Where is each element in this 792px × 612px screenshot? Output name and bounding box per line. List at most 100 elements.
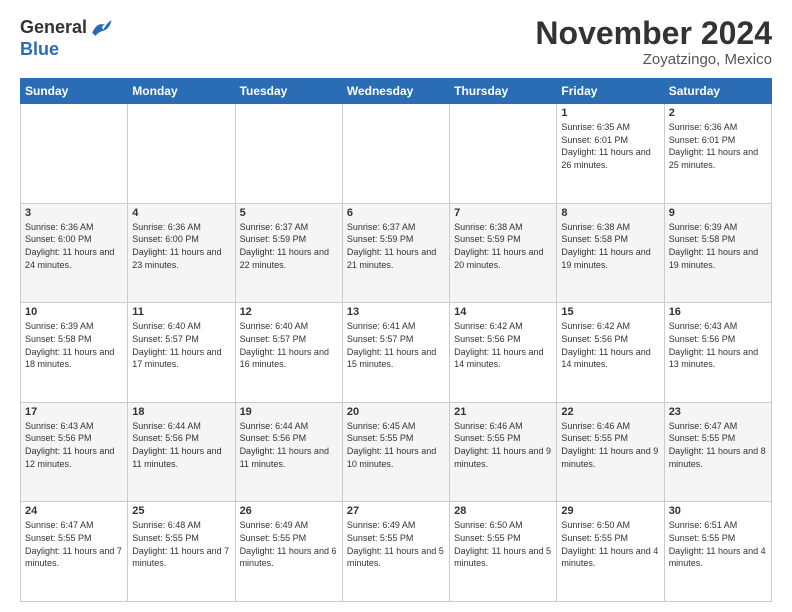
day-number: 6 xyxy=(347,207,445,219)
day-info: Sunrise: 6:46 AM Sunset: 5:55 PM Dayligh… xyxy=(454,420,552,470)
day-number: 2 xyxy=(669,107,767,119)
calendar-cell xyxy=(235,104,342,204)
day-number: 30 xyxy=(669,505,767,517)
title-block: November 2024 Zoyatzingo, Mexico xyxy=(535,16,772,68)
calendar-cell xyxy=(21,104,128,204)
day-info: Sunrise: 6:37 AM Sunset: 5:59 PM Dayligh… xyxy=(347,221,445,271)
day-info: Sunrise: 6:42 AM Sunset: 5:56 PM Dayligh… xyxy=(561,320,659,370)
day-info: Sunrise: 6:45 AM Sunset: 5:55 PM Dayligh… xyxy=(347,420,445,470)
day-number: 8 xyxy=(561,207,659,219)
calendar-cell: 2 Sunrise: 6:36 AM Sunset: 6:01 PM Daylig… xyxy=(664,104,771,204)
day-info: Sunrise: 6:39 AM Sunset: 5:58 PM Dayligh… xyxy=(25,320,123,370)
day-number: 27 xyxy=(347,505,445,517)
day-number: 5 xyxy=(240,207,338,219)
calendar-body: 1 Sunrise: 6:35 AM Sunset: 6:01 PM Daylig… xyxy=(21,104,772,602)
calendar-week-row: 24Sunrise: 6:47 AM Sunset: 5:55 PM Dayli… xyxy=(21,502,772,602)
day-number: 16 xyxy=(669,306,767,318)
calendar-cell xyxy=(342,104,449,204)
day-info: Sunrise: 6:47 AM Sunset: 5:55 PM Dayligh… xyxy=(25,519,123,569)
day-number: 15 xyxy=(561,306,659,318)
day-number: 13 xyxy=(347,306,445,318)
calendar-cell: 7Sunrise: 6:38 AM Sunset: 5:59 PM Daylig… xyxy=(450,203,557,303)
calendar-cell: 30 Sunrise: 6:51 AM Sunset: 5:55 PM Dayli… xyxy=(664,502,771,602)
calendar-cell: 17 Sunrise: 6:43 AM Sunset: 5:56 PM Dayli… xyxy=(21,402,128,502)
day-info: Sunrise: 6:42 AM Sunset: 5:56 PM Dayligh… xyxy=(454,320,552,370)
day-info: Sunrise: 6:40 AM Sunset: 5:57 PM Dayligh… xyxy=(132,320,230,370)
calendar-cell: 13 Sunrise: 6:41 AM Sunset: 5:57 PM Dayli… xyxy=(342,303,449,403)
day-info: Sunrise: 6:35 AM Sunset: 6:01 PM Dayligh… xyxy=(561,121,659,171)
calendar-cell xyxy=(128,104,235,204)
day-of-week-header: Monday xyxy=(128,79,235,104)
day-info: Sunrise: 6:39 AM Sunset: 5:58 PM Dayligh… xyxy=(669,221,767,271)
calendar-cell: 9 Sunrise: 6:39 AM Sunset: 5:58 PM Daylig… xyxy=(664,203,771,303)
calendar-cell: 12 Sunrise: 6:40 AM Sunset: 5:57 PM Dayli… xyxy=(235,303,342,403)
day-of-week-header: Tuesday xyxy=(235,79,342,104)
calendar-cell: 16 Sunrise: 6:43 AM Sunset: 5:56 PM Dayli… xyxy=(664,303,771,403)
calendar-cell: 6 Sunrise: 6:37 AM Sunset: 5:59 PM Daylig… xyxy=(342,203,449,303)
calendar-cell: 26 Sunrise: 6:49 AM Sunset: 5:55 PM Dayli… xyxy=(235,502,342,602)
day-number: 19 xyxy=(240,406,338,418)
day-info: Sunrise: 6:43 AM Sunset: 5:56 PM Dayligh… xyxy=(25,420,123,470)
day-number: 17 xyxy=(25,406,123,418)
day-info: Sunrise: 6:43 AM Sunset: 5:56 PM Dayligh… xyxy=(669,320,767,370)
day-number: 20 xyxy=(347,406,445,418)
day-info: Sunrise: 6:51 AM Sunset: 5:55 PM Dayligh… xyxy=(669,519,767,569)
day-number: 26 xyxy=(240,505,338,517)
day-info: Sunrise: 6:41 AM Sunset: 5:57 PM Dayligh… xyxy=(347,320,445,370)
calendar-cell: 4Sunrise: 6:36 AM Sunset: 6:00 PM Daylig… xyxy=(128,203,235,303)
day-number: 23 xyxy=(669,406,767,418)
day-number: 4 xyxy=(132,207,230,219)
day-info: Sunrise: 6:40 AM Sunset: 5:57 PM Dayligh… xyxy=(240,320,338,370)
logo: General Blue xyxy=(20,16,113,60)
day-number: 12 xyxy=(240,306,338,318)
calendar-week-row: 10 Sunrise: 6:39 AM Sunset: 5:58 PM Dayli… xyxy=(21,303,772,403)
day-info: Sunrise: 6:49 AM Sunset: 5:55 PM Dayligh… xyxy=(240,519,338,569)
day-info: Sunrise: 6:50 AM Sunset: 5:55 PM Dayligh… xyxy=(454,519,552,569)
logo-blue-text: Blue xyxy=(20,40,113,60)
calendar-cell: 10 Sunrise: 6:39 AM Sunset: 5:58 PM Dayli… xyxy=(21,303,128,403)
day-number: 11 xyxy=(132,306,230,318)
calendar-cell: 8 Sunrise: 6:38 AM Sunset: 5:58 PM Daylig… xyxy=(557,203,664,303)
day-number: 3 xyxy=(25,207,123,219)
day-number: 25 xyxy=(132,505,230,517)
day-number: 29 xyxy=(561,505,659,517)
day-number: 28 xyxy=(454,505,552,517)
day-of-week-header: Saturday xyxy=(664,79,771,104)
calendar-cell: 5 Sunrise: 6:37 AM Sunset: 5:59 PM Daylig… xyxy=(235,203,342,303)
calendar-cell: 23Sunrise: 6:47 AM Sunset: 5:55 PM Dayli… xyxy=(664,402,771,502)
days-of-week-row: SundayMondayTuesdayWednesdayThursdayFrid… xyxy=(21,79,772,104)
calendar-cell xyxy=(450,104,557,204)
calendar-week-row: 3Sunrise: 6:36 AM Sunset: 6:00 PM Daylig… xyxy=(21,203,772,303)
day-info: Sunrise: 6:37 AM Sunset: 5:59 PM Dayligh… xyxy=(240,221,338,271)
calendar-cell: 14 Sunrise: 6:42 AM Sunset: 5:56 PM Dayli… xyxy=(450,303,557,403)
calendar-cell: 25 Sunrise: 6:48 AM Sunset: 5:55 PM Dayli… xyxy=(128,502,235,602)
day-info: Sunrise: 6:38 AM Sunset: 5:58 PM Dayligh… xyxy=(561,221,659,271)
day-info: Sunrise: 6:48 AM Sunset: 5:55 PM Dayligh… xyxy=(132,519,230,569)
month-title: November 2024 xyxy=(535,16,772,51)
calendar-cell: 22Sunrise: 6:46 AM Sunset: 5:55 PM Dayli… xyxy=(557,402,664,502)
day-info: Sunrise: 6:49 AM Sunset: 5:55 PM Dayligh… xyxy=(347,519,445,569)
calendar-cell: 28 Sunrise: 6:50 AM Sunset: 5:55 PM Dayli… xyxy=(450,502,557,602)
day-info: Sunrise: 6:44 AM Sunset: 5:56 PM Dayligh… xyxy=(240,420,338,470)
day-number: 14 xyxy=(454,306,552,318)
day-number: 21 xyxy=(454,406,552,418)
location-title: Zoyatzingo, Mexico xyxy=(535,51,772,68)
calendar-cell: 29 Sunrise: 6:50 AM Sunset: 5:55 PM Dayli… xyxy=(557,502,664,602)
day-number: 10 xyxy=(25,306,123,318)
day-number: 1 xyxy=(561,107,659,119)
day-number: 18 xyxy=(132,406,230,418)
day-info: Sunrise: 6:44 AM Sunset: 5:56 PM Dayligh… xyxy=(132,420,230,470)
day-number: 9 xyxy=(669,207,767,219)
page: General Blue November 2024 Zoyatzingo, M… xyxy=(0,0,792,612)
calendar-cell: 18 Sunrise: 6:44 AM Sunset: 5:56 PM Dayli… xyxy=(128,402,235,502)
day-of-week-header: Sunday xyxy=(21,79,128,104)
calendar-week-row: 17 Sunrise: 6:43 AM Sunset: 5:56 PM Dayli… xyxy=(21,402,772,502)
calendar-week-row: 1 Sunrise: 6:35 AM Sunset: 6:01 PM Daylig… xyxy=(21,104,772,204)
day-info: Sunrise: 6:36 AM Sunset: 6:01 PM Dayligh… xyxy=(669,121,767,171)
day-of-week-header: Wednesday xyxy=(342,79,449,104)
calendar-cell: 11 Sunrise: 6:40 AM Sunset: 5:57 PM Dayli… xyxy=(128,303,235,403)
day-of-week-header: Thursday xyxy=(450,79,557,104)
day-info: Sunrise: 6:50 AM Sunset: 5:55 PM Dayligh… xyxy=(561,519,659,569)
logo-bird-icon xyxy=(89,16,113,40)
calendar-table: SundayMondayTuesdayWednesdayThursdayFrid… xyxy=(20,78,772,602)
